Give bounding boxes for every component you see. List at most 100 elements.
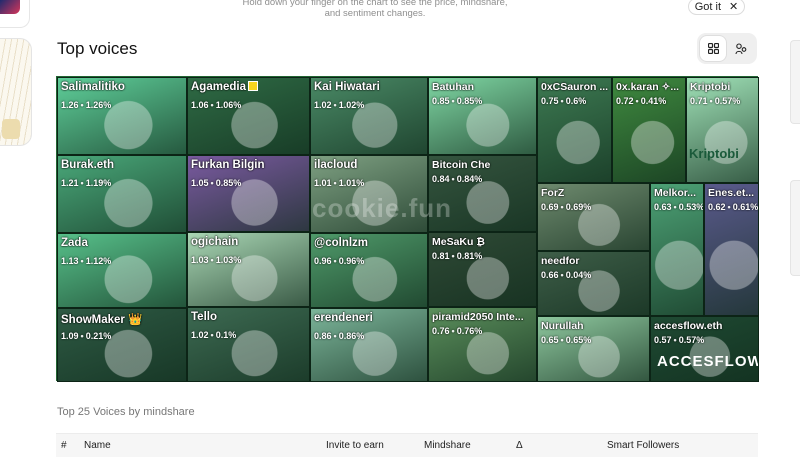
mindshare-change: 0.41% <box>640 96 667 106</box>
column-header-invite[interactable]: Invite to earn <box>326 440 384 451</box>
avatar <box>538 78 611 182</box>
treemap-tile[interactable]: Salimalitiko 1.26 • 1.26% <box>57 77 187 155</box>
separator-dot: • <box>451 174 455 184</box>
tile-name-text: ilacloud <box>314 159 358 171</box>
column-header-rank[interactable]: # <box>61 440 67 451</box>
avatar <box>613 78 685 182</box>
tile-name: @colnlzm <box>314 237 368 249</box>
voices-treemap: Salimalitiko 1.26 • 1.26% Agamedia 1.06 • 1.06%… <box>56 76 759 382</box>
separator-dot: • <box>560 96 564 106</box>
separator-dot: • <box>635 96 639 106</box>
rail-card-art[interactable] <box>0 38 32 146</box>
tile-stats: 0.85 • 0.85% <box>432 96 482 106</box>
treemap-tile[interactable]: @colnlzm 0.96 • 0.96% <box>310 233 428 308</box>
separator-dot: • <box>80 100 84 110</box>
tile-name: Nurullah <box>541 320 584 332</box>
tile-name: needfor <box>541 255 580 267</box>
right-rail-card[interactable] <box>790 180 800 276</box>
treemap-tile[interactable]: MeSaKu ₿ 0.81 • 0.81% <box>428 232 537 307</box>
tile-name: Burak.eth <box>61 159 114 171</box>
tile-stats: 0.81 • 0.81% <box>432 251 482 261</box>
treemap-tile[interactable]: erendeneri 0.86 • 0.86% <box>310 308 428 382</box>
treemap-tile[interactable]: ForZ 0.69 • 0.69% <box>537 183 650 251</box>
chart-hint-line1: Hold down your finger on the chart to se… <box>242 0 508 8</box>
column-header-delta[interactable]: Δ <box>516 440 523 451</box>
tile-logo: ACCESFLOW <box>657 353 759 370</box>
treemap-tile[interactable]: ilacloud 1.01 • 1.01% <box>310 155 428 233</box>
treemap-tile[interactable]: needfor 0.66 • 0.04% <box>537 251 650 316</box>
treemap-tile[interactable]: 0xCSauron ... 0.75 • 0.6% <box>537 77 612 183</box>
tile-stats: 0.69 • 0.69% <box>541 202 591 212</box>
mindshare-value: 0.84 <box>432 174 450 184</box>
tile-name: ogichain <box>191 236 238 248</box>
tile-name-text: Salimalitiko <box>61 81 125 93</box>
grid-view-button[interactable] <box>700 36 726 61</box>
right-rail-card[interactable] <box>790 40 800 124</box>
treemap-tile[interactable]: ogichain 1.03 • 1.03% <box>187 232 310 307</box>
separator-dot: • <box>333 178 337 188</box>
chart-hint-line2: and sentiment changes. <box>324 8 426 19</box>
treemap-tile[interactable]: Burak.eth 1.21 • 1.19% <box>57 155 187 233</box>
treemap-tile[interactable]: Batuhan 0.85 • 0.85% <box>428 77 537 155</box>
tile-name: Kriptobi <box>690 81 730 93</box>
left-rail <box>0 0 34 460</box>
people-icon <box>735 42 747 54</box>
column-header-name[interactable]: Name <box>84 440 111 451</box>
mindshare-change: 0.57% <box>714 96 741 106</box>
mindshare-value: 0.63 <box>654 202 672 212</box>
tile-stats: 0.84 • 0.84% <box>432 174 482 184</box>
treemap-tile[interactable]: Zada 1.13 • 1.12% <box>57 233 187 308</box>
tile-stats: 1.13 • 1.12% <box>61 256 111 266</box>
mindshare-change: 1.01% <box>338 178 365 188</box>
tile-stats: 0.86 • 0.86% <box>314 331 364 341</box>
tile-name: 0x.karan ✧... <box>616 81 679 93</box>
treemap-tile[interactable]: Bitcoin Che 0.84 • 0.84% <box>428 155 537 232</box>
treemap-tile[interactable]: ShowMaker 👑 1.09 • 0.21% <box>57 308 187 382</box>
tile-name-text: @colnlzm <box>314 237 369 249</box>
app-icon[interactable] <box>0 0 20 14</box>
treemap-tile[interactable]: Tello 1.02 • 0.1% <box>187 307 310 382</box>
treemap-tile[interactable]: Enes.et... 0.62 • 0.61% <box>704 183 759 316</box>
close-icon: ✕ <box>729 1 739 13</box>
tile-name: Salimalitiko <box>61 81 125 93</box>
treemap-tile[interactable]: 0x.karan ✧... 0.72 • 0.41% <box>612 77 686 183</box>
tile-name-text: erendeneri <box>314 312 373 324</box>
mindshare-value: 1.26 <box>61 100 79 110</box>
separator-dot: • <box>560 202 564 212</box>
tile-name-text: ForZ <box>541 187 565 199</box>
tile-name: MeSaKu ₿ <box>432 236 485 248</box>
tile-name: Tello <box>191 311 217 323</box>
tile-stats: 1.01 • 1.01% <box>314 178 364 188</box>
mindshare-change: 0.69% <box>565 202 592 212</box>
tile-name: Enes.et... <box>708 187 754 199</box>
verified-badge-icon <box>247 81 258 91</box>
got-it-button[interactable]: Got it ✕ <box>688 0 745 15</box>
mindshare-value: 0.72 <box>616 96 634 106</box>
tile-stats: 1.02 • 1.02% <box>314 100 364 110</box>
treemap-tile[interactable]: Nurullah 0.65 • 0.65% <box>537 316 650 382</box>
tile-stats: 0.62 • 0.61% <box>708 202 758 212</box>
tile-name: accesflow.eth <box>654 320 722 332</box>
column-header-smart-followers[interactable]: Smart Followers <box>607 440 679 451</box>
tile-name-text: Enes.et... <box>708 187 755 199</box>
treemap-tile[interactable]: Melkor... 0.63 • 0.53% <box>650 183 704 316</box>
treemap-tile[interactable]: piramid2050 Inte... 0.76 • 0.76% <box>428 307 537 382</box>
separator-dot: • <box>333 100 337 110</box>
treemap-tile[interactable]: Furkan Bilgin 1.05 • 0.85% <box>187 155 310 232</box>
table-caption: Top 25 Voices by mindshare <box>57 406 195 418</box>
treemap-tile[interactable]: Agamedia 1.06 • 1.06% <box>187 77 310 155</box>
section-title: Top voices <box>57 39 138 58</box>
tile-stats: 0.57 • 0.57% <box>654 335 704 345</box>
treemap-tile[interactable]: Kai Hiwatari 1.02 • 1.02% <box>310 77 428 155</box>
tile-stats: 0.63 • 0.53% <box>654 202 703 212</box>
column-header-mindshare[interactable]: Mindshare <box>424 440 471 451</box>
tile-stats: 0.65 • 0.65% <box>541 335 591 345</box>
treemap-tile[interactable]: Kriptobi Kriptobi 0.71 • 0.57% <box>686 77 759 183</box>
separator-dot: • <box>210 100 214 110</box>
separator-dot: • <box>451 96 455 106</box>
mindshare-value: 1.02 <box>314 100 332 110</box>
people-view-button[interactable] <box>728 36 754 61</box>
treemap-tile[interactable]: ACCESFLOW accesflow.eth 0.57 • 0.57% <box>650 316 759 382</box>
mindshare-value: 0.62 <box>708 202 726 212</box>
mindshare-change: 1.12% <box>85 256 112 266</box>
